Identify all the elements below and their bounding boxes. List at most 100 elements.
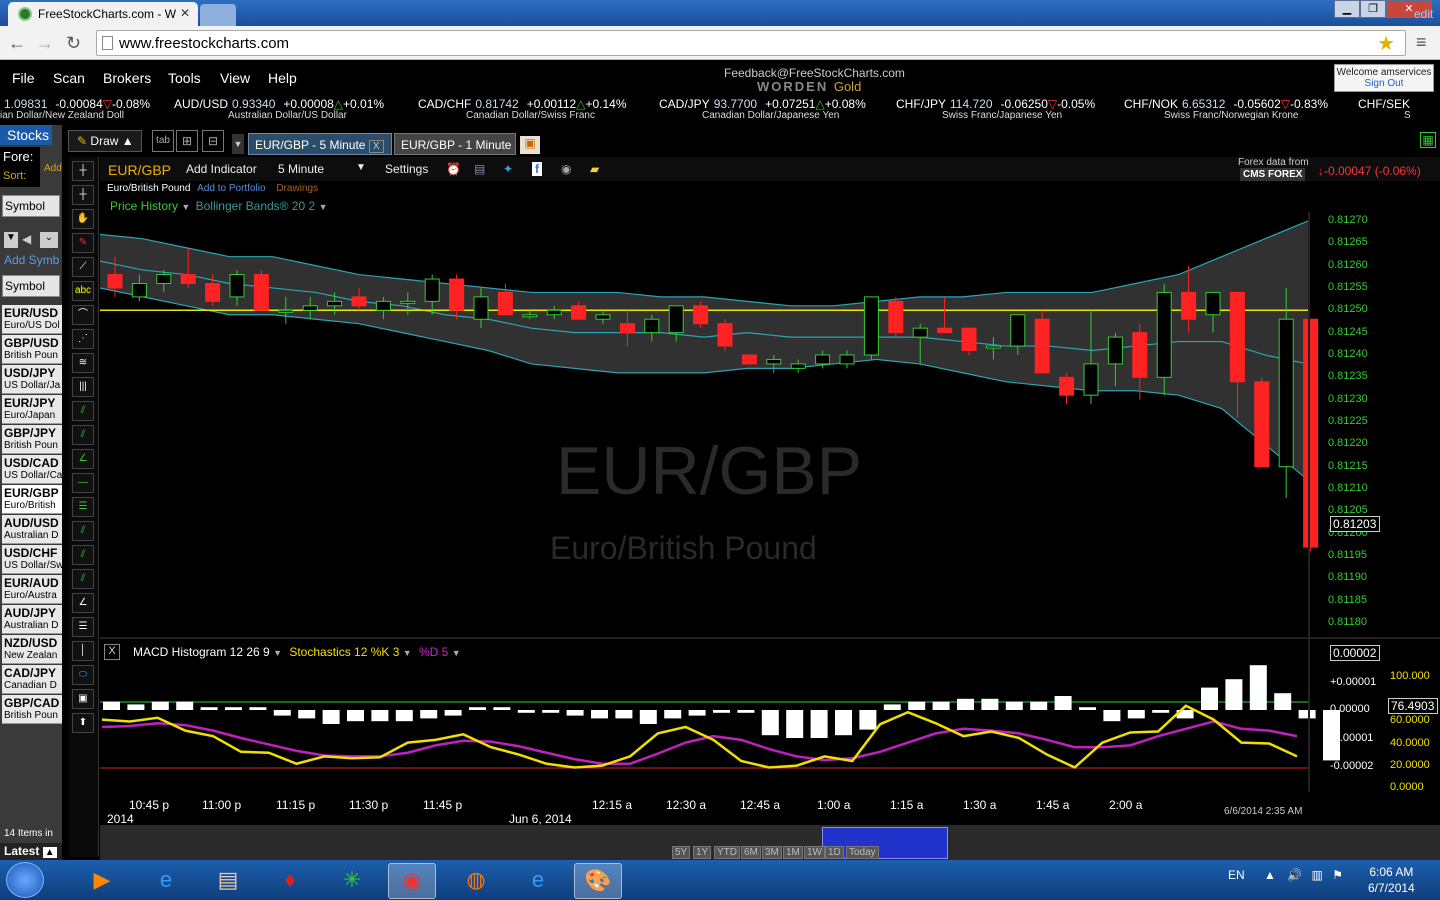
stoch-dropdown-icon[interactable]: ▼ bbox=[403, 648, 412, 658]
reload-icon[interactable]: ↻ bbox=[66, 33, 81, 54]
layers-icon[interactable]: ▤ bbox=[474, 162, 485, 176]
parallel-icon[interactable]: ⫽ bbox=[72, 521, 94, 541]
stochastics-indicator[interactable]: Stochastics 12 %K 3 bbox=[289, 645, 399, 659]
chart-symbol[interactable]: EUR/GBP bbox=[108, 162, 171, 178]
tab-menu-icon[interactable]: ▼ bbox=[232, 134, 244, 154]
horizontal-line-icon[interactable]: — bbox=[72, 473, 94, 493]
media-player-icon[interactable]: ▶ bbox=[78, 863, 126, 899]
macd-indicator[interactable]: MACD Histogram 12 26 9 bbox=[133, 645, 270, 659]
zoom-1d-button[interactable]: 1D bbox=[825, 846, 844, 859]
bookmark-star-icon[interactable]: ★ bbox=[1377, 31, 1395, 56]
grid-layout-icon[interactable]: ⊞ bbox=[176, 130, 198, 152]
ticker-item[interactable]: CHF/JPY 114.720 -0.06250▽-0.05% bbox=[896, 97, 1095, 111]
zoom-today-button[interactable]: Today bbox=[846, 846, 879, 859]
watchlist-row[interactable]: USD/CHF US Dollar/Sw bbox=[2, 545, 62, 574]
menu-help[interactable]: Help bbox=[268, 70, 297, 86]
address-bar[interactable]: www.freestockcharts.com ★ bbox=[96, 30, 1406, 56]
watchlist-row[interactable]: EUR/AUD Euro/Austra bbox=[2, 575, 62, 604]
ticker-item[interactable]: CAD/CHF 0.81742 +0.00112△+0.14% bbox=[418, 97, 627, 111]
latest-button[interactable]: Latest ▲ bbox=[0, 843, 62, 860]
price-history-dropdown-icon[interactable]: ▼ bbox=[181, 202, 190, 212]
back-icon[interactable]: ← bbox=[8, 33, 26, 54]
camera-icon[interactable]: ◉ bbox=[561, 162, 571, 176]
browser-tab[interactable]: FreeStockCharts.com - W ✕ bbox=[8, 2, 198, 26]
drawings-link[interactable]: Drawings bbox=[276, 183, 318, 194]
draw-button[interactable]: ✎ Draw ▲ bbox=[68, 130, 142, 152]
interval-dropdown-icon[interactable]: ▼ bbox=[356, 162, 366, 173]
burst-app-icon[interactable]: ✳ bbox=[328, 863, 376, 899]
chart-tab-1min[interactable]: EUR/GBP - 1 Minute bbox=[394, 133, 516, 155]
new-tab-button[interactable] bbox=[200, 4, 236, 26]
fib-icon[interactable]: ≋ bbox=[72, 353, 94, 373]
start-button[interactable] bbox=[6, 862, 44, 898]
grid-icon[interactable]: ▦ bbox=[1420, 132, 1436, 148]
crosshair-icon[interactable]: ┼ bbox=[72, 161, 94, 181]
zoom-3m-button[interactable]: 3M bbox=[762, 846, 782, 859]
forward-icon[interactable]: → bbox=[36, 33, 54, 54]
show-hidden-icons-icon[interactable]: ▲ bbox=[1264, 868, 1276, 882]
minimize-button[interactable]: ▁ bbox=[1334, 0, 1360, 18]
chart-canvas[interactable] bbox=[100, 212, 1440, 822]
menu-brokers[interactable]: Brokers bbox=[103, 70, 151, 86]
firefox-icon[interactable]: ◍ bbox=[452, 863, 500, 899]
price-history-indicator[interactable]: Price History bbox=[110, 199, 178, 213]
cycle-icon[interactable]: ⫽ bbox=[72, 401, 94, 421]
watchlist-row[interactable]: CAD/JPY Canadian D bbox=[2, 665, 62, 694]
chrome-menu-icon[interactable]: ≡ bbox=[1416, 32, 1427, 53]
interval-select[interactable]: 5 Minute bbox=[278, 162, 324, 176]
symbol-header[interactable]: Symbol bbox=[2, 195, 60, 217]
new-chart-tab-icon[interactable]: ▣ bbox=[520, 136, 540, 154]
facebook-icon[interactable]: f bbox=[532, 162, 542, 176]
watchlist-row[interactable]: AUD/JPY Australian D bbox=[2, 605, 62, 634]
close-tab-icon[interactable]: X bbox=[368, 140, 384, 153]
ticker-edit-link[interactable]: edit bbox=[1414, 7, 1433, 21]
menu-tools[interactable]: Tools bbox=[168, 70, 201, 86]
split-layout-icon[interactable]: ⊟ bbox=[202, 130, 224, 152]
ticker-item[interactable]: CAD/JPY 93.7700 +0.07251△+0.08% bbox=[659, 97, 866, 111]
close-tab-icon[interactable]: ✕ bbox=[180, 6, 190, 20]
watchlist-row[interactable]: GBP/JPY British Poun bbox=[2, 425, 62, 454]
dropdown-icon[interactable]: ▼ bbox=[4, 232, 18, 248]
add-symbol-link[interactable]: Add Symb bbox=[4, 253, 62, 267]
plus-icon[interactable]: ┼ bbox=[72, 185, 94, 205]
ticker-item[interactable]: 1.09831 -0.00084▽-0.08% bbox=[0, 97, 150, 111]
speedline-icon[interactable]: ⫽ bbox=[72, 569, 94, 589]
pctd-dropdown-icon[interactable]: ▼ bbox=[452, 648, 461, 658]
zoom-1y-button[interactable]: 1Y bbox=[693, 846, 712, 859]
ticker-item[interactable]: CHF/NOK 6.65312 -0.05602▽-0.83% bbox=[1124, 97, 1328, 111]
ticker-item[interactable]: CHF/SEK bbox=[1358, 97, 1422, 111]
chrome-icon[interactable]: ◉ bbox=[388, 863, 436, 899]
app-icon[interactable]: ♦ bbox=[266, 863, 314, 899]
tab-stocks[interactable]: Stocks bbox=[0, 125, 52, 145]
bollinger-dropdown-icon[interactable]: ▼ bbox=[319, 202, 328, 212]
close-pane-icon[interactable]: X bbox=[104, 644, 120, 660]
paint-icon[interactable]: 🎨 bbox=[574, 863, 622, 899]
add-to-portfolio-link[interactable]: Add to Portfolio bbox=[197, 183, 265, 194]
zoom-1w-button[interactable]: 1W bbox=[804, 846, 825, 859]
pctd-indicator[interactable]: %D 5 bbox=[419, 645, 448, 659]
watchlist-row[interactable]: EUR/JPY Euro/Japan bbox=[2, 395, 62, 424]
volume-icon[interactable]: 🔊 bbox=[1287, 868, 1302, 882]
menu-file[interactable]: File bbox=[12, 70, 35, 86]
watchlist-row[interactable]: USD/JPY US Dollar/Ja bbox=[2, 365, 62, 394]
price-scale[interactable]: 0.81270 0.81265 0.81260 0.81255 0.81250 0.812… bbox=[1310, 212, 1440, 632]
menu-view[interactable]: View bbox=[220, 70, 250, 86]
eraser-icon[interactable]: ✎ bbox=[72, 233, 94, 253]
alarm-icon[interactable]: ⏰ bbox=[446, 162, 461, 176]
zoom-1m-button[interactable]: 1M bbox=[783, 846, 803, 859]
clock[interactable]: 6:06 AM 6/7/2014 bbox=[1368, 864, 1415, 896]
menu-scan[interactable]: Scan bbox=[53, 70, 85, 86]
hand-icon[interactable]: ✋ bbox=[72, 209, 94, 229]
rectangle-icon[interactable]: ▣ bbox=[72, 689, 94, 709]
arrow-icon[interactable]: ⬆ bbox=[72, 713, 94, 733]
ticker-item[interactable]: AUD/USD 0.93340 +0.00008△+0.01% bbox=[174, 97, 384, 111]
trendline-icon[interactable]: ⟋ bbox=[72, 257, 94, 277]
maximize-button[interactable]: ❐ bbox=[1360, 0, 1386, 18]
sign-out-link[interactable]: Sign Out bbox=[1335, 78, 1433, 89]
chart-tab-5min[interactable]: EUR/GBP - 5 Minute X bbox=[248, 133, 392, 155]
wedge-icon[interactable]: ∠ bbox=[72, 449, 94, 469]
vertical-lines-icon[interactable]: ||| bbox=[72, 377, 94, 397]
internet-explorer-icon[interactable]: e bbox=[142, 863, 190, 899]
twitter-icon[interactable]: ✦ bbox=[503, 162, 513, 176]
add-column-link[interactable]: Add Co bbox=[44, 163, 62, 174]
